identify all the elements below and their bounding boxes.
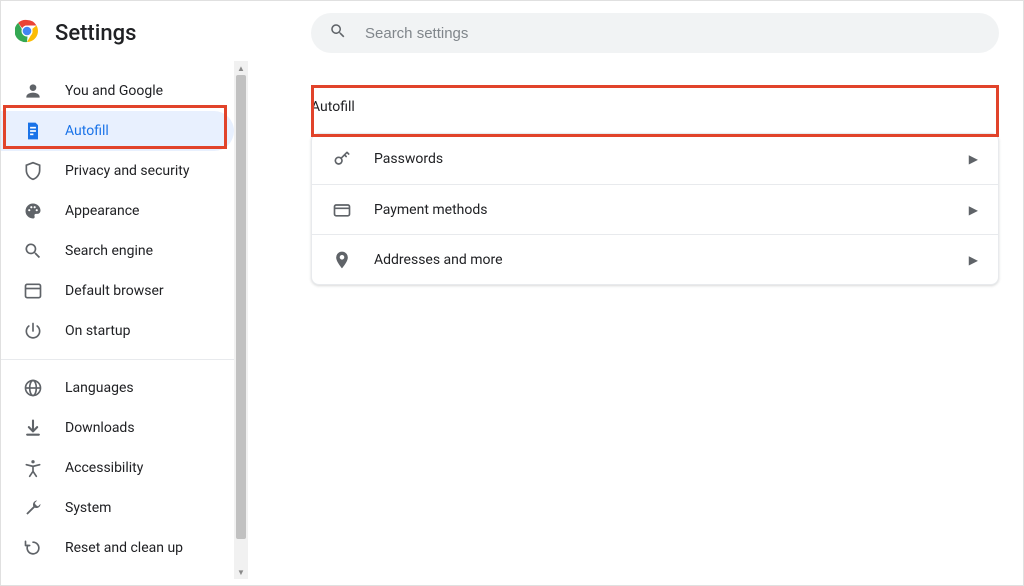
sidebar-item-appearance[interactable]: Appearance xyxy=(1,191,234,231)
section-title: Autofill xyxy=(311,99,999,115)
chevron-right-icon: ▶ xyxy=(969,203,978,217)
sidebar-item-languages[interactable]: Languages xyxy=(1,368,234,408)
sidebar-item-privacy-and-security[interactable]: Privacy and security xyxy=(1,151,234,191)
settings-app: Settings You and Google Autofill Privacy a… xyxy=(1,1,1023,585)
row-label: Passwords xyxy=(374,151,969,167)
row-passwords[interactable]: Passwords▶ xyxy=(312,134,998,184)
chevron-right-icon: ▶ xyxy=(969,253,978,267)
row-payment-methods[interactable]: Payment methods▶ xyxy=(312,184,998,234)
sidebar-nav-primary: You and Google Autofill Privacy and securi… xyxy=(1,71,248,351)
sidebar-header: Settings xyxy=(1,1,248,71)
card-icon xyxy=(332,200,352,220)
sidebar-item-label: Default browser xyxy=(65,283,164,299)
shield-icon xyxy=(23,161,43,181)
scroll-down-arrow-icon[interactable]: ▼ xyxy=(234,565,248,579)
sidebar-item-label: Accessibility xyxy=(65,460,143,476)
power-icon xyxy=(23,321,43,341)
download-icon xyxy=(23,418,43,438)
row-label: Payment methods xyxy=(374,202,969,218)
search-wrap xyxy=(257,13,1007,53)
sidebar-item-label: System xyxy=(65,500,111,516)
main-content: Autofill Passwords▶Payment methods▶Addre… xyxy=(249,1,1023,585)
pin-icon xyxy=(332,250,352,270)
chevron-right-icon: ▶ xyxy=(969,152,978,166)
restore-icon xyxy=(23,538,43,558)
scroll-up-arrow-icon[interactable]: ▲ xyxy=(234,61,248,75)
sidebar-item-reset-and-clean-up[interactable]: Reset and clean up xyxy=(1,528,234,568)
palette-icon xyxy=(23,201,43,221)
sidebar-item-search-engine[interactable]: Search engine xyxy=(1,231,234,271)
search-settings[interactable] xyxy=(311,13,999,53)
sidebar-item-label: Autofill xyxy=(65,123,109,139)
sidebar-item-label: Appearance xyxy=(65,203,139,219)
key-icon xyxy=(332,149,352,169)
sidebar-item-label: Downloads xyxy=(65,420,135,436)
sidebar-item-label: Privacy and security xyxy=(65,163,189,179)
sidebar-scrollbar[interactable]: ▲ ▼ xyxy=(234,61,248,579)
search-icon xyxy=(23,241,43,261)
wrench-icon xyxy=(23,498,43,518)
sidebar: Settings You and Google Autofill Privacy a… xyxy=(1,1,249,585)
sidebar-item-autofill[interactable]: Autofill xyxy=(1,111,234,151)
sidebar-item-downloads[interactable]: Downloads xyxy=(1,408,234,448)
content: Autofill Passwords▶Payment methods▶Addre… xyxy=(257,53,1007,285)
sidebar-item-system[interactable]: System xyxy=(1,488,234,528)
search-input[interactable] xyxy=(365,25,981,42)
sidebar-item-default-browser[interactable]: Default browser xyxy=(1,271,234,311)
browser-icon xyxy=(23,281,43,301)
page-title: Settings xyxy=(55,21,136,46)
sidebar-nav-secondary: Languages Downloads Accessibility System Res… xyxy=(1,368,248,568)
sidebar-item-label: On startup xyxy=(65,323,131,339)
search-icon xyxy=(329,22,347,44)
scroll-thumb[interactable] xyxy=(236,75,246,539)
sidebar-item-on-startup[interactable]: On startup xyxy=(1,311,234,351)
row-addresses-and-more[interactable]: Addresses and more▶ xyxy=(312,234,998,284)
sidebar-item-accessibility[interactable]: Accessibility xyxy=(1,448,234,488)
person-icon xyxy=(23,81,43,101)
chrome-logo-icon xyxy=(15,19,39,47)
sidebar-item-label: Search engine xyxy=(65,243,153,259)
sidebar-item-label: Reset and clean up xyxy=(65,540,183,556)
sidebar-item-label: Languages xyxy=(65,380,134,396)
autofill-icon xyxy=(23,121,43,141)
sidebar-item-label: You and Google xyxy=(65,83,163,99)
sidebar-item-you-and-google[interactable]: You and Google xyxy=(1,71,234,111)
sidebar-divider xyxy=(1,359,248,360)
autofill-card: Passwords▶Payment methods▶Addresses and … xyxy=(311,133,999,285)
globe-icon xyxy=(23,378,43,398)
accessibility-icon xyxy=(23,458,43,478)
row-label: Addresses and more xyxy=(374,252,969,268)
